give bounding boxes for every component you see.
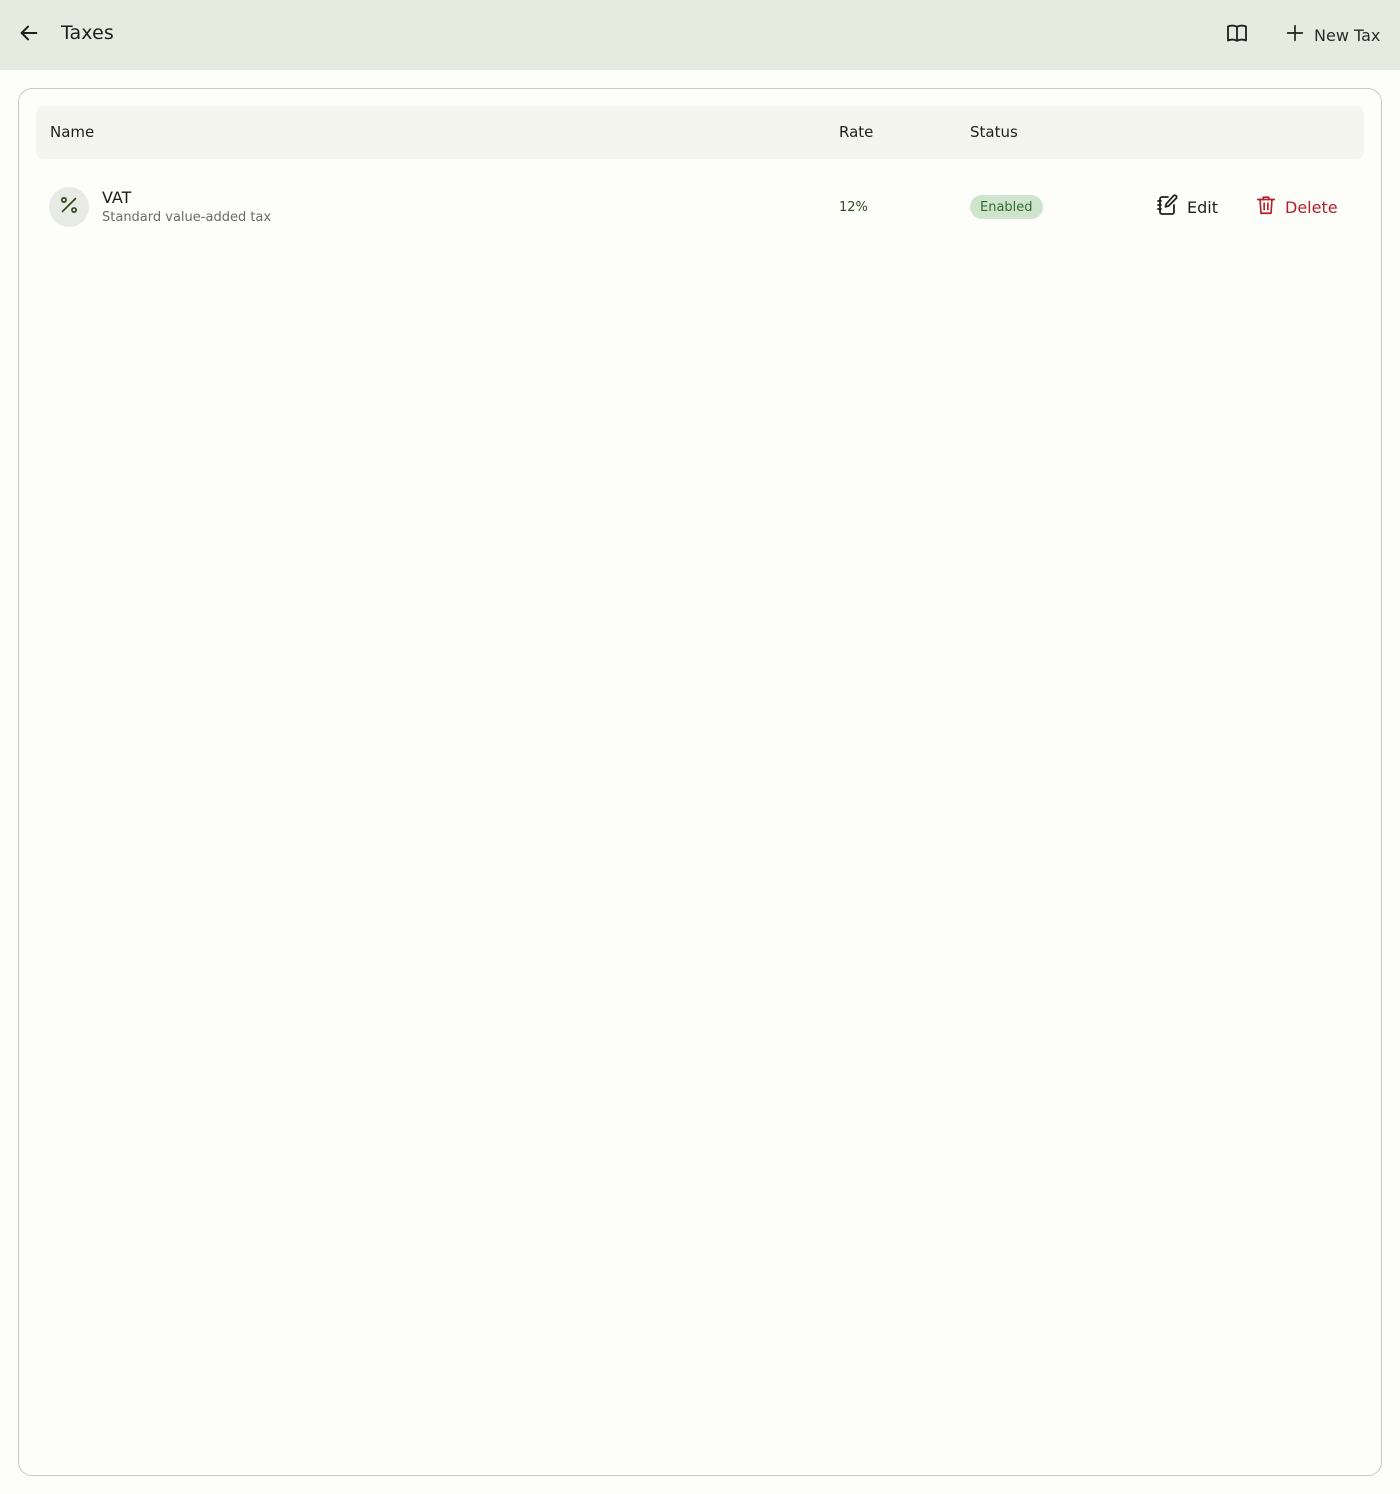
book-icon — [1225, 21, 1249, 49]
tax-rate: 12% — [839, 200, 868, 215]
edit-button[interactable]: Edit — [1155, 193, 1218, 221]
arrow-left-icon — [18, 22, 40, 48]
new-tax-button[interactable]: New Tax — [1284, 18, 1380, 52]
new-tax-label: New Tax — [1314, 25, 1381, 45]
edit-icon — [1155, 193, 1179, 221]
column-header-name: Name — [50, 123, 95, 141]
delete-button[interactable]: Delete — [1255, 193, 1338, 221]
table-header: Name Rate Status — [36, 106, 1364, 159]
back-button[interactable] — [14, 20, 44, 50]
tax-avatar — [49, 187, 89, 227]
column-header-rate: Rate — [839, 123, 874, 141]
tax-name: VAT — [102, 188, 132, 207]
column-header-status: Status — [970, 123, 1018, 141]
tax-description: Standard value-added tax — [102, 210, 272, 225]
table-row[interactable]: VAT Standard value-added tax 12% Enabled… — [36, 171, 1364, 243]
top-app-bar: Taxes New Tax — [0, 0, 1400, 70]
trash-icon — [1255, 193, 1277, 221]
docs-button[interactable] — [1223, 21, 1251, 49]
edit-label: Edit — [1187, 197, 1218, 217]
plus-icon — [1284, 22, 1306, 48]
delete-label: Delete — [1285, 197, 1338, 217]
page-title: Taxes — [61, 22, 114, 44]
status-badge: Enabled — [970, 195, 1043, 219]
percent-icon — [58, 194, 80, 220]
taxes-card: Name Rate Status VAT Standard value-adde… — [18, 88, 1382, 1476]
